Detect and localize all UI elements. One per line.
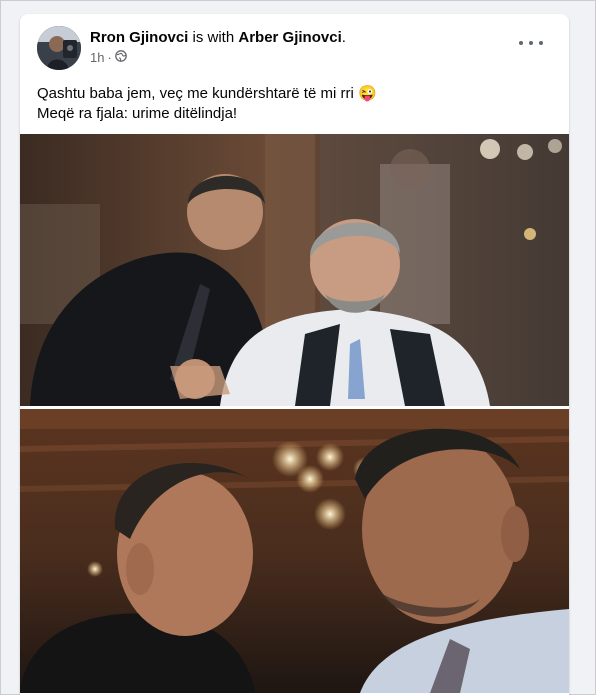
post-photo-1[interactable]: [20, 134, 569, 406]
post-meta: 1h ·: [90, 50, 127, 65]
post-text-line-1: Qashtu baba jem, veç me kundërshtarë të …: [37, 84, 557, 104]
post-photo-2[interactable]: [20, 409, 569, 693]
post-time[interactable]: 1h: [90, 50, 104, 65]
post-header: Rron Gjinovci is with Arber Gjinovci. 1h…: [20, 14, 569, 74]
meta-dot: ·: [107, 50, 112, 65]
post-text-line-1-content: Qashtu baba jem, veç me kundërshtarë të …: [37, 85, 354, 102]
post-text-line-2: Meqë ra fjala: urime ditëlindja!: [37, 105, 238, 122]
winking-emoji: 😜: [357, 85, 377, 102]
with-text: is with: [192, 29, 235, 46]
post-text: Qashtu baba jem, veç me kundërshtarë të …: [37, 84, 557, 124]
tagged-name[interactable]: Arber Gjinovci: [238, 29, 341, 46]
author-avatar[interactable]: [37, 26, 81, 70]
globe-icon: [114, 50, 127, 65]
post-author-line: Rron Gjinovci is with Arber Gjinovci.: [90, 29, 346, 47]
period: .: [341, 29, 346, 46]
more-options-icon[interactable]: [519, 36, 543, 50]
author-name[interactable]: Rron Gjinovci: [90, 29, 188, 46]
facebook-post-card: Rron Gjinovci is with Arber Gjinovci. 1h…: [20, 14, 569, 695]
